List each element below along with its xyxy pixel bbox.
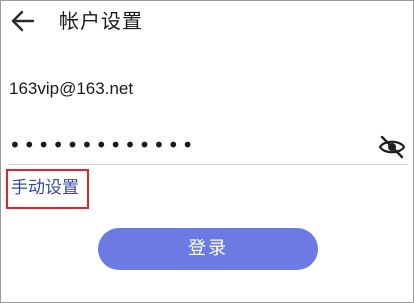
account-settings-screen: 帐户设置 ••••••••••••• 手动设置 登录 xyxy=(0,0,414,303)
page-title: 帐户设置 xyxy=(59,9,143,33)
manual-setup-highlight: 手动设置 xyxy=(6,169,89,209)
password-underline xyxy=(9,164,408,165)
password-visibility-toggle[interactable] xyxy=(377,133,407,161)
back-button[interactable] xyxy=(9,8,37,34)
manual-setup-link[interactable]: 手动设置 xyxy=(11,176,79,200)
top-bar: 帐户设置 xyxy=(1,1,413,41)
password-field[interactable]: ••••••••••••• xyxy=(9,131,196,159)
email-field[interactable] xyxy=(9,75,369,103)
password-row: ••••••••••••• xyxy=(1,129,413,167)
eye-off-icon xyxy=(378,135,406,159)
email-row xyxy=(1,69,413,109)
login-button[interactable]: 登录 xyxy=(98,228,318,270)
arrow-left-icon xyxy=(11,10,35,32)
